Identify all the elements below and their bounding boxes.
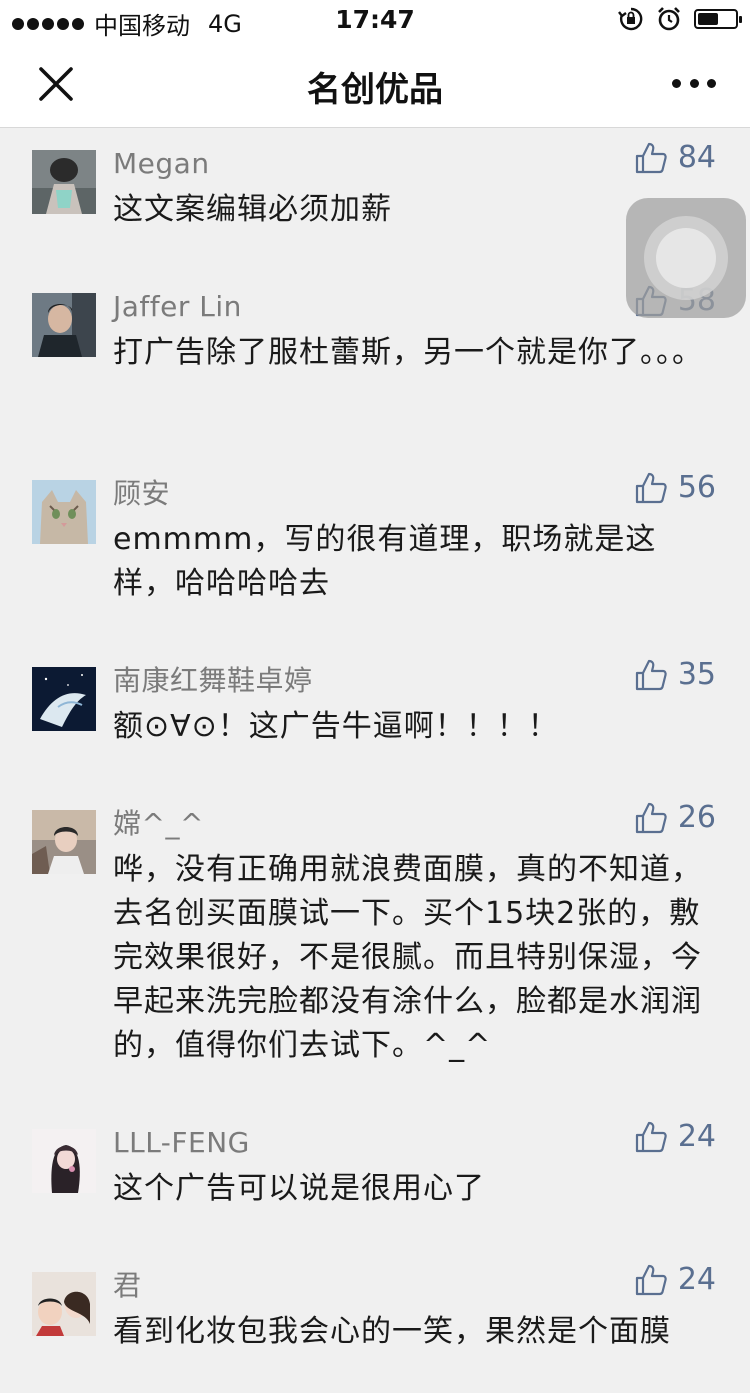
comment-nickname: 顾安: [113, 477, 171, 510]
comment-text: 额⊙∀⊙！这广告牛逼啊！！！！: [113, 709, 559, 744]
comment-text: 这文案编辑必须加薪: [113, 192, 392, 227]
like-count: 84: [677, 140, 716, 175]
comment-list: Megan 84 这文案编辑必须加薪 Jaffer Lin 58 打广告除了服杜…: [0, 128, 750, 1393]
like-count: 56: [677, 470, 716, 505]
like-button[interactable]: 24: [634, 1119, 716, 1154]
status-bar: 中国移动 4G 17:47: [0, 0, 750, 40]
avatar[interactable]: [32, 480, 96, 544]
thumbs-up-icon: [635, 142, 667, 173]
assistive-touch-button[interactable]: [626, 198, 746, 318]
like-count: 24: [677, 1262, 716, 1297]
comment-item: 南康红舞鞋卓婷 35 额⊙∀⊙！这广告牛逼啊！！！！: [0, 645, 750, 788]
assistive-touch-center: [656, 228, 716, 288]
like-button[interactable]: 24: [634, 1262, 716, 1297]
comment-nickname: 嫦^_^: [113, 807, 204, 840]
like-button[interactable]: 26: [634, 800, 716, 835]
comment-text: 这个广告可以说是很用心了: [113, 1171, 485, 1206]
nav-bar: 名创优品: [0, 40, 750, 128]
more-icon[interactable]: [672, 70, 716, 96]
thumbs-up-icon: [635, 659, 667, 690]
avatar[interactable]: [32, 667, 96, 731]
comment-text: 打广告除了服杜蕾斯，另一个就是你了。。。: [113, 335, 703, 370]
comment-nickname: LLL-FENG: [113, 1126, 250, 1159]
rotation-lock-icon: [618, 7, 643, 31]
avatar[interactable]: [32, 1272, 96, 1336]
comment-text: emmmm，写的很有道理，职场就是这样，哈哈哈哈去: [113, 522, 657, 601]
alarm-icon: [658, 7, 680, 31]
avatar[interactable]: [32, 150, 96, 214]
thumbs-up-icon: [635, 1121, 667, 1152]
like-button[interactable]: 84: [634, 140, 716, 175]
comment-item: 君 24 看到化妆包我会心的一笑，果然是个面膜: [0, 1250, 750, 1393]
like-button[interactable]: 56: [634, 470, 716, 505]
like-button[interactable]: 35: [634, 657, 716, 692]
page-title: 名创优品: [307, 70, 443, 110]
like-count: 35: [677, 657, 716, 692]
like-count: 24: [677, 1119, 716, 1154]
comment-item: 嫦^_^ 26 哗，没有正确用就浪费面膜，真的不知道，去名创买面膜试一下。买个1…: [0, 788, 750, 1107]
comment-item: LLL-FENG 24 这个广告可以说是很用心了: [0, 1107, 750, 1250]
avatar[interactable]: [32, 293, 96, 357]
comment-nickname: Megan: [113, 147, 210, 180]
status-right: [618, 6, 742, 32]
comment-nickname: Jaffer Lin: [113, 290, 242, 323]
comment-text: 看到化妆包我会心的一笑，果然是个面膜: [113, 1314, 671, 1349]
thumbs-up-icon: [635, 802, 667, 833]
avatar[interactable]: [32, 810, 96, 874]
comment-nickname: 君: [113, 1269, 142, 1302]
thumbs-up-icon: [635, 1264, 667, 1295]
avatar[interactable]: [32, 1129, 96, 1193]
battery-icon: [694, 9, 742, 29]
comment-nickname: 南康红舞鞋卓婷: [113, 664, 313, 697]
comment-text: 哗，没有正确用就浪费面膜，真的不知道，去名创买面膜试一下。买个15块2张的，敷完…: [113, 852, 702, 1063]
thumbs-up-icon: [635, 472, 667, 503]
like-count: 26: [677, 800, 716, 835]
comment-item: 顾安 56 emmmm，写的很有道理，职场就是这样，哈哈哈哈去: [0, 458, 750, 645]
